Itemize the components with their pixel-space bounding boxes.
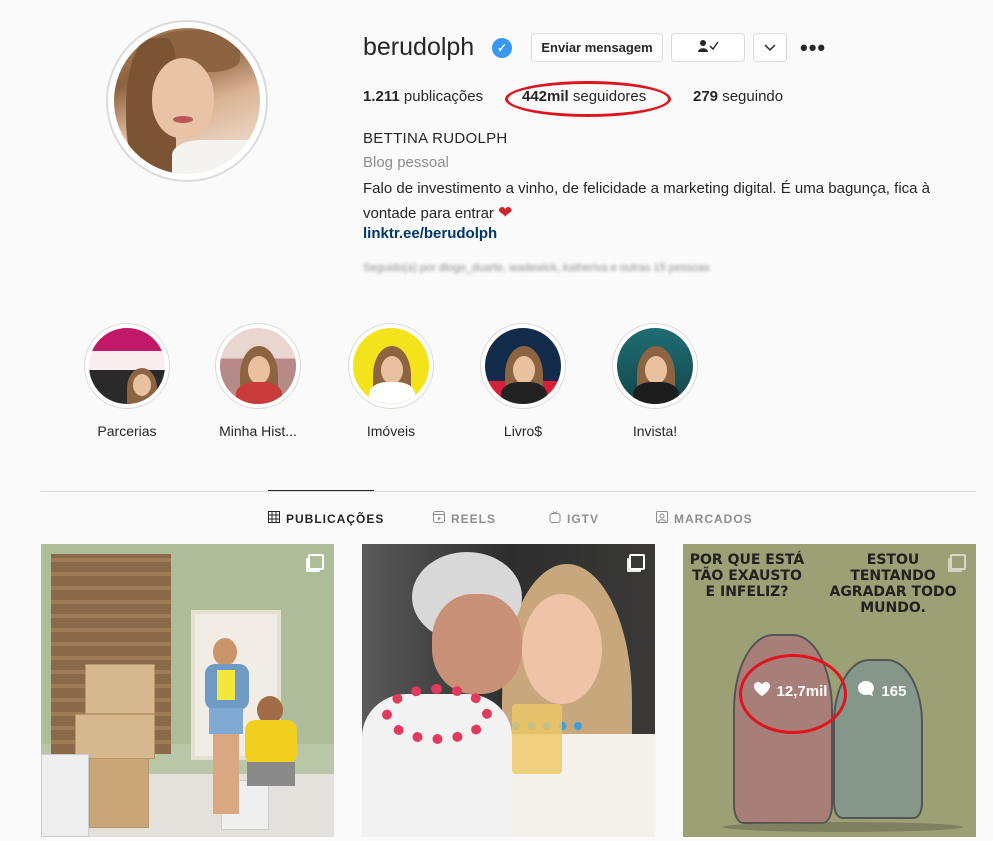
- highlight-label: Imóveis: [366, 423, 416, 439]
- tabs-divider: [41, 491, 976, 492]
- followers-annotation-circle: [505, 81, 671, 117]
- tab-label: IGTV: [567, 511, 600, 526]
- comment-icon: [857, 680, 875, 702]
- grid-icon: [268, 511, 280, 526]
- bio-text: Falo de investimento a vinho, de felicid…: [363, 180, 930, 222]
- highlight-parcerias[interactable]: Parcerias: [72, 323, 182, 439]
- profile-category: Blog pessoal: [363, 154, 449, 171]
- highlight-minha-historia[interactable]: Minha Hist...: [203, 323, 313, 439]
- profile-link[interactable]: linktr.ee/berudolph: [363, 225, 497, 242]
- profile-username: berudolph: [363, 33, 475, 61]
- following-label: seguindo: [722, 88, 784, 105]
- suggestions-dropdown-button[interactable]: [753, 33, 787, 62]
- posts-count: 1.211: [363, 88, 400, 105]
- send-message-button[interactable]: Enviar mensagem: [531, 33, 663, 62]
- post-thumbnail[interactable]: [41, 544, 334, 837]
- verified-badge-icon: ✓: [492, 38, 512, 58]
- highlight-cover-image: [89, 328, 165, 404]
- reels-icon: [433, 511, 445, 526]
- tab-igtv[interactable]: IGTV: [549, 511, 599, 526]
- comments-count: 165: [881, 682, 907, 700]
- highlight-cover-image: [485, 328, 561, 404]
- tab-label: REELS: [451, 511, 497, 526]
- followed-by-text[interactable]: Seguido(a) por diogo_duarte, wadewick, k…: [363, 262, 710, 274]
- post-thumbnail-hovered[interactable]: POR QUE ESTÁ TÃO EXAUSTO E INFELIZ? ESTO…: [683, 544, 976, 837]
- tab-reels[interactable]: REELS: [433, 511, 496, 526]
- highlight-label: Parcerias: [97, 423, 157, 439]
- highlight-imoveis[interactable]: Imóveis: [336, 323, 446, 439]
- highlight-cover-image: [617, 328, 693, 404]
- active-tab-indicator: [268, 490, 374, 491]
- more-dots-icon[interactable]: •••: [800, 35, 826, 61]
- carousel-icon: [308, 554, 324, 570]
- highlight-label: Livro$: [503, 423, 543, 439]
- chevron-down-icon: [764, 40, 776, 55]
- person-check-icon: [697, 39, 719, 56]
- profile-full-name: BETTINA RUDOLPH: [363, 130, 508, 147]
- following-button[interactable]: [671, 33, 745, 62]
- posts-label: publicações: [403, 88, 484, 105]
- post-thumbnail[interactable]: [362, 544, 655, 837]
- likes-annotation-circle: [739, 654, 847, 734]
- comments-stat: 165: [857, 680, 906, 702]
- tab-marcados[interactable]: MARCADOS: [656, 511, 753, 526]
- highlight-cover-image: [353, 328, 429, 404]
- stat-following[interactable]: 279 seguindo: [693, 88, 783, 105]
- following-count: 279: [693, 88, 719, 105]
- highlight-invista[interactable]: Invista!: [600, 323, 710, 439]
- tagged-icon: [656, 511, 668, 526]
- avatar-photo: [114, 28, 260, 174]
- highlight-label: Minha Hist...: [219, 423, 297, 439]
- carousel-icon: [950, 554, 966, 570]
- igtv-icon: [549, 511, 561, 526]
- heart-emoji-icon: ❤: [498, 203, 513, 222]
- stat-posts: 1.211 publicações: [363, 88, 483, 105]
- highlight-label: Invista!: [632, 423, 678, 439]
- carousel-icon: [629, 554, 645, 570]
- profile-avatar[interactable]: [106, 20, 268, 182]
- profile-bio: Falo de investimento a vinho, de felicid…: [363, 177, 973, 226]
- tab-label: MARCADOS: [674, 511, 753, 526]
- tab-label: PUBLICAÇÕES: [286, 511, 385, 526]
- highlight-livros[interactable]: Livro$: [468, 323, 578, 439]
- tab-publicacoes[interactable]: PUBLICAÇÕES: [268, 511, 384, 526]
- highlight-cover-image: [220, 328, 296, 404]
